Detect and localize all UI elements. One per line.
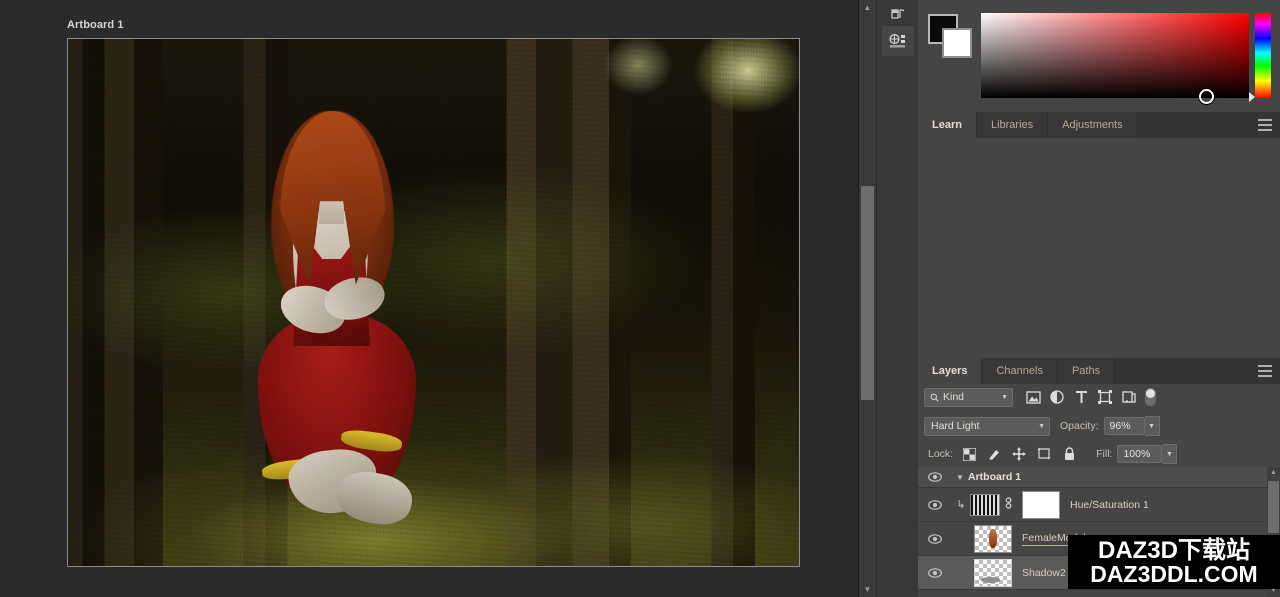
tab-adjustments-label: Adjustments	[1062, 119, 1123, 131]
chevron-down-icon[interactable]: ▼	[1001, 394, 1008, 401]
hue-slider-marker-icon[interactable]	[1249, 92, 1255, 102]
layer-group-name: Artboard 1	[968, 471, 1021, 483]
lock-position-icon[interactable]	[1012, 447, 1026, 461]
tab-paths[interactable]: Paths	[1058, 358, 1115, 384]
blend-mode-value: Hard Light	[931, 420, 979, 432]
tab-layers[interactable]: Layers	[918, 358, 982, 384]
fill-input[interactable]: 100%	[1117, 445, 1162, 463]
hue-slider-strip[interactable]	[1255, 13, 1271, 98]
chevron-down-icon[interactable]: ▼	[1038, 423, 1045, 430]
tab-channels-label: Channels	[996, 365, 1042, 377]
lock-icons	[962, 447, 1076, 461]
layer-thumbnail[interactable]	[974, 559, 1012, 587]
blend-mode-row: Hard Light ▼ Opacity: 96% ▼	[918, 413, 1280, 439]
layer-row-artboard-group[interactable]: ▼ Artboard 1	[918, 467, 1280, 488]
tab-channels[interactable]: Channels	[982, 358, 1057, 384]
color-picker-cursor[interactable]	[1199, 89, 1214, 104]
female-model-figure	[236, 97, 455, 550]
fill-label: Fill:	[1096, 448, 1112, 460]
collapsed-panel-dock	[876, 0, 919, 597]
canvas-scrollbar-thumb[interactable]	[861, 186, 874, 400]
tab-adjustments[interactable]: Adjustments	[1048, 112, 1138, 138]
scroll-down-arrow-icon[interactable]: ▼	[859, 582, 876, 597]
lock-artboard-nesting-icon[interactable]	[1037, 447, 1051, 461]
lock-label: Lock:	[928, 448, 953, 460]
group-disclosure-chevron-icon[interactable]: ▼	[952, 473, 968, 482]
layer-thumbnail[interactable]	[974, 525, 1012, 553]
photoshop-window: Artboard 1 ▲ ▼	[0, 0, 1280, 597]
fill-value: 100%	[1123, 448, 1150, 460]
layers-panel-menu-icon[interactable]	[1258, 365, 1272, 377]
tab-layers-label: Layers	[932, 365, 967, 377]
canvas-vertical-scrollbar[interactable]: ▲ ▼	[858, 0, 876, 597]
filter-enable-toggle[interactable]	[1145, 388, 1156, 406]
blend-mode-select[interactable]: Hard Light ▼	[924, 417, 1050, 436]
scroll-up-arrow-icon[interactable]: ▲	[859, 0, 876, 15]
layer-visibility-eye-icon[interactable]	[918, 534, 952, 544]
artboard-canvas[interactable]	[67, 38, 800, 567]
right-panel-column: Learn Libraries Adjustments Layers Chann…	[918, 0, 1280, 597]
fill-chevron-down-icon[interactable]: ▼	[1162, 444, 1177, 464]
figure-leg-right	[333, 466, 416, 529]
opacity-input[interactable]: 96%	[1104, 417, 1145, 435]
learn-panel-tabbar: Learn Libraries Adjustments	[918, 112, 1280, 138]
opacity-value: 96%	[1110, 420, 1131, 432]
history-icon-svg	[889, 6, 907, 24]
filter-pixel-icon[interactable]	[1025, 389, 1041, 405]
artboard-label: Artboard 1	[67, 19, 124, 31]
layer-list-scrollbar-thumb[interactable]	[1268, 481, 1279, 533]
layer-filter-row: Kind ▼	[918, 384, 1280, 410]
layer-filter-icons	[1025, 388, 1156, 406]
adjustment-layer-thumbnail[interactable]	[970, 494, 1000, 516]
color-picker-field[interactable]	[981, 13, 1249, 98]
watermark-line-2: DAZ3DDL.COM	[1090, 563, 1257, 586]
tab-libraries[interactable]: Libraries	[977, 112, 1048, 138]
layer-name[interactable]: Hue/Saturation 1	[1070, 499, 1149, 511]
background-color-swatch[interactable]	[942, 28, 972, 58]
tab-learn[interactable]: Learn	[918, 112, 977, 138]
3d-panel-icon-svg	[888, 32, 908, 50]
document-canvas-area[interactable]: Artboard 1	[0, 0, 856, 597]
layers-panel-tabbar: Layers Channels Paths	[918, 358, 1280, 384]
layer-visibility-eye-icon[interactable]	[918, 472, 952, 482]
lock-all-icon[interactable]	[1062, 447, 1076, 461]
learn-panel-menu-icon[interactable]	[1258, 119, 1272, 131]
watermark-overlay: DAZ3D下载站 DAZ3DDL.COM	[1068, 535, 1280, 589]
clipping-mask-arrow-icon: ↳	[952, 498, 970, 511]
tab-paths-label: Paths	[1072, 365, 1100, 377]
color-swatches[interactable]	[928, 14, 968, 54]
tab-learn-label: Learn	[932, 119, 962, 131]
color-panel[interactable]	[918, 0, 1280, 110]
watermark-line-1: DAZ3D下载站	[1098, 539, 1250, 563]
filter-adjustment-icon[interactable]	[1049, 389, 1065, 405]
layer-mask-thumbnail[interactable]	[1022, 491, 1060, 519]
list-scroll-up-arrow-icon[interactable]: ▲	[1267, 467, 1280, 479]
3d-panel-icon[interactable]	[882, 26, 914, 56]
layer-filter-kind-label: Kind	[943, 391, 964, 403]
magnifier-icon	[930, 393, 939, 402]
layer-row-hue-saturation[interactable]: ↳ Hue/Saturation 1	[918, 488, 1280, 522]
layer-name[interactable]: Shadow2	[1022, 567, 1066, 579]
opacity-label: Opacity:	[1060, 420, 1099, 432]
layer-filter-kind-select[interactable]: Kind ▼	[924, 388, 1013, 407]
layer-visibility-eye-icon[interactable]	[918, 500, 952, 510]
layer-mask-link-icon[interactable]	[1000, 496, 1016, 513]
learn-panel-body[interactable]	[918, 138, 1280, 358]
filter-type-icon[interactable]	[1073, 389, 1089, 405]
lock-row: Lock:	[918, 441, 1280, 467]
lock-image-pixels-icon[interactable]	[987, 447, 1001, 461]
lock-transparent-pixels-icon[interactable]	[962, 447, 976, 461]
filter-smart-object-icon[interactable]	[1121, 389, 1137, 405]
opacity-chevron-down-icon[interactable]: ▼	[1145, 416, 1160, 436]
layer-visibility-eye-icon[interactable]	[918, 568, 952, 578]
filter-shape-icon[interactable]	[1097, 389, 1113, 405]
tab-libraries-label: Libraries	[991, 119, 1033, 131]
